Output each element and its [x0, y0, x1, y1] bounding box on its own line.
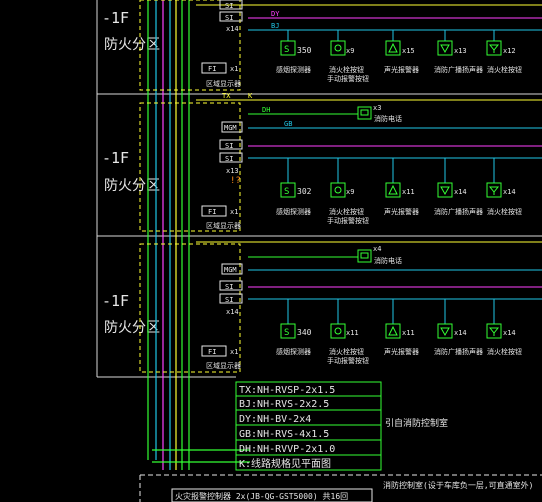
zone-3-broadcast-count: x14	[454, 329, 467, 337]
zone-2-fi-count: x1	[230, 208, 238, 216]
bus-tag-tx: TX	[222, 92, 231, 100]
zone-2-phone-label: 消防电话	[374, 114, 402, 123]
zone-2-name: 防火分区	[104, 178, 160, 194]
fire-alarm-system-diagram: -1F 防火分区 -1F 防火分区 -1F 防火分区 SI SI x14 FI …	[0, 0, 542, 502]
bus-tag-bj: BJ	[271, 22, 279, 30]
zone-3-hydrant-count: x14	[503, 329, 516, 337]
zone-1-fi-count: x1	[230, 65, 238, 73]
zone-3-manual-label: 消火栓按钮	[329, 347, 364, 356]
zone-3-phone-label: 消防电话	[374, 256, 402, 265]
zone-2-fault-mark: !?	[230, 176, 241, 186]
control-room-label: 消防控制室(设于车库负一层,可直通室外)	[383, 480, 533, 490]
svg-text:FI: FI	[208, 348, 216, 356]
bus-tag-dy: DY	[271, 10, 280, 18]
zone-2-manual-count: x9	[346, 188, 354, 196]
zone-3-smoke-count: 340	[297, 328, 312, 337]
svg-text:FI: FI	[208, 65, 216, 73]
alarm-host-label: 火灾报警控制器 2x(JB-QG-GST5000) 共16回	[175, 491, 348, 501]
zone-2-broadcast-count: x14	[454, 188, 467, 196]
zone-1-manual-count: x9	[346, 47, 354, 55]
zone-3-fi-count: x1	[230, 348, 238, 356]
zone-1-hydrant-label: 消火栓按钮	[487, 65, 522, 74]
svg-text:SI: SI	[225, 296, 233, 304]
zone-1-broadcast-count: x13	[454, 47, 467, 55]
zone-2-broadcast-label: 消防广播扬声器	[434, 207, 483, 216]
svg-text:SI: SI	[225, 14, 233, 22]
svg-text:SI: SI	[225, 2, 233, 10]
legend-line-gb: GB:NH-RVS-4x1.5	[239, 429, 329, 440]
zone-3-broadcast-label: 消防广播扬声器	[434, 347, 483, 356]
svg-text:SI: SI	[225, 155, 233, 163]
zone-1-hydrant-count: x12	[503, 47, 516, 55]
zone-1-sounder-count: x15	[402, 47, 415, 55]
svg-text:S: S	[284, 187, 289, 197]
zone-3-manual-label-2: 手动报警按钮	[327, 356, 369, 365]
zone-3-name: 防火分区	[104, 320, 160, 336]
svg-text:SI: SI	[225, 283, 233, 291]
zone-2-smoke-count: 302	[297, 187, 312, 196]
zone-3-manual-count: x11	[346, 329, 359, 337]
zone-3-si-count: x14	[226, 308, 239, 316]
legend-note: 引自消防控制室	[385, 417, 448, 429]
zone-2-hydrant-count: x14	[503, 188, 516, 196]
zone-3-sounder-count: x11	[402, 329, 415, 337]
svg-text:MGM: MGM	[224, 266, 237, 274]
zone-2-floor: -1F	[102, 149, 129, 167]
zone-1-display-label: 区域显示器	[206, 79, 241, 88]
legend-line-dy: DY:NH-BV-2x4	[239, 414, 311, 425]
svg-text:FI: FI	[208, 208, 216, 216]
bus-tag-dh: DH	[262, 106, 270, 114]
legend-line-k: K:线路规格见平面图	[239, 457, 331, 470]
zone-3-hydrant-label: 消火栓按钮	[487, 347, 522, 356]
zone-2-display-label: 区域显示器	[206, 221, 241, 230]
zone-2-manual-label-2: 手动报警按钮	[327, 216, 369, 225]
legend-line-dh: DH:NH-RVVP-2x1.0	[239, 444, 335, 455]
svg-text:S: S	[284, 328, 289, 338]
zone-3-display-label: 区域显示器	[206, 361, 241, 370]
zone-2-manual-label: 消火栓按钮	[329, 207, 364, 216]
zone-3-smoke-label: 感烟探测器	[276, 347, 311, 356]
svg-text:SI: SI	[225, 142, 233, 150]
zone-2-sounder-count: x11	[402, 188, 415, 196]
zone-2-sounder-label: 声光报警器	[384, 207, 419, 216]
zone-1-si-count: x14	[226, 25, 239, 33]
legend-line-bj: BJ:NH-RVS-2x2.5	[239, 399, 329, 410]
zone-1-manual-label-2: 手动报警按钮	[327, 74, 369, 83]
zone-2-phone-count: x3	[373, 104, 381, 112]
zone-3-floor: -1F	[102, 292, 129, 310]
zone-1-sounder-label: 声光报警器	[384, 65, 419, 74]
svg-text:MGM: MGM	[224, 124, 237, 132]
zone-2-si-count: x13	[226, 167, 239, 175]
svg-text:S: S	[284, 45, 289, 55]
zone-3-sounder-label: 声光报警器	[384, 347, 419, 356]
zone-1-broadcast-label: 消防广播扬声器	[434, 65, 483, 74]
zone-1-smoke-label: 感烟探测器	[276, 65, 311, 74]
zone-2-hydrant-label: 消火栓按钮	[487, 207, 522, 216]
zone-1-smoke-count: 350	[297, 46, 312, 55]
zone-1-name: 防火分区	[104, 37, 160, 53]
zone-3-phone-count: x4	[373, 245, 381, 253]
zone-1-floor: -1F	[102, 9, 129, 27]
bus-tag-gb: GB	[284, 120, 292, 128]
zone-1-manual-label: 消火栓按钮	[329, 65, 364, 74]
legend-line-tx: TX:NH-RVSP-2x1.5	[239, 385, 335, 396]
zone-2-smoke-label: 感烟探测器	[276, 207, 311, 216]
